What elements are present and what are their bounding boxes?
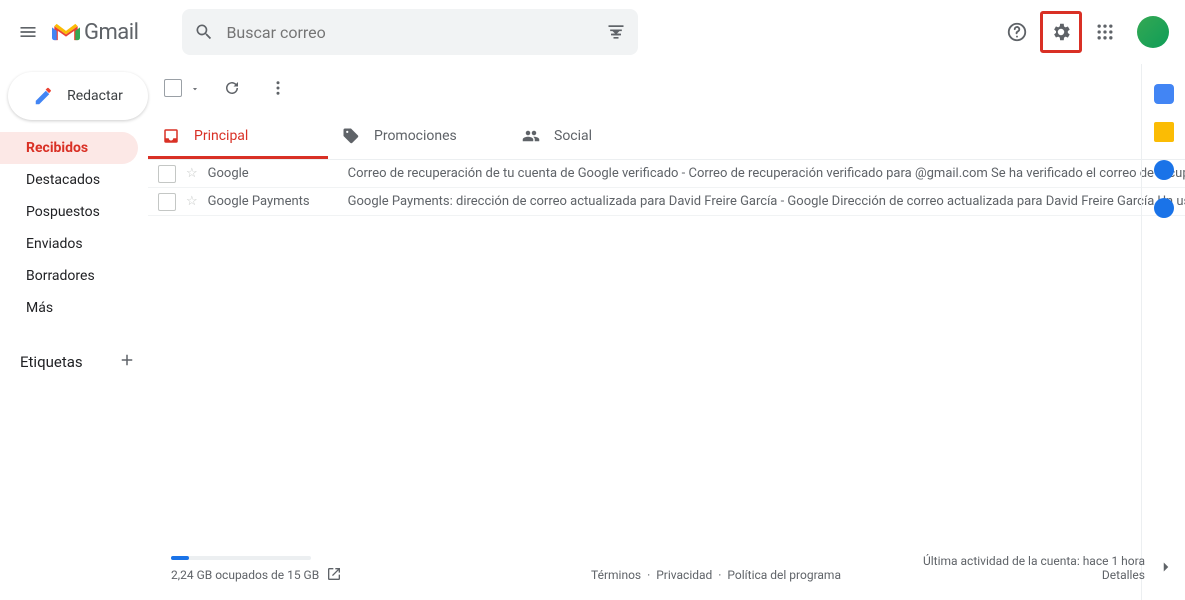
apps-grid-icon xyxy=(1095,22,1115,42)
message-checkbox[interactable] xyxy=(158,193,176,211)
tab-primary[interactable]: Principal xyxy=(148,112,328,159)
footer-links: Términos · Privacidad · Política del pro… xyxy=(591,568,841,582)
add-label-button[interactable] xyxy=(118,351,136,373)
select-dropdown[interactable] xyxy=(190,79,200,98)
gmail-logo-text: Gmail xyxy=(84,20,138,45)
help-icon xyxy=(1006,21,1028,43)
storage-quota-text: 2,24 GB ocupados de 15 GB xyxy=(171,568,319,582)
external-link-icon[interactable] xyxy=(326,566,342,582)
sidebar-item-drafts[interactable]: Borradores xyxy=(0,260,138,292)
tab-social[interactable]: Social xyxy=(508,112,688,159)
contacts-addon-button[interactable] xyxy=(1154,198,1174,218)
hide-side-panel-button[interactable] xyxy=(1157,558,1175,580)
message-subject: Google Payments: dirección de correo act… xyxy=(348,194,1185,209)
tag-icon xyxy=(342,127,360,145)
account-avatar[interactable] xyxy=(1137,16,1169,48)
sidebar-item-inbox[interactable]: Recibidos xyxy=(0,132,138,164)
labels-section-header: Etiquetas xyxy=(20,353,83,371)
gmail-logo[interactable]: Gmail xyxy=(48,20,142,45)
sidebar-item-more[interactable]: Más xyxy=(0,292,138,324)
pencil-icon xyxy=(33,85,55,107)
calendar-addon-button[interactable] xyxy=(1154,84,1174,104)
sidebar-item-snoozed[interactable]: Pospuestos xyxy=(0,196,138,228)
message-checkbox[interactable] xyxy=(158,165,176,183)
message-row[interactable]: ☆ Google Correo de recuperación de tu cu… xyxy=(148,160,1185,188)
tab-promotions[interactable]: Promociones xyxy=(328,112,508,159)
apps-button[interactable] xyxy=(1085,12,1125,52)
terms-link[interactable]: Términos xyxy=(591,568,641,582)
message-sender: Google xyxy=(208,166,338,181)
chevron-right-icon xyxy=(1157,558,1175,576)
caret-down-icon xyxy=(190,84,200,94)
star-toggle[interactable]: ☆ xyxy=(186,166,198,181)
right-side-panel xyxy=(1141,64,1185,600)
support-button[interactable] xyxy=(997,12,1037,52)
search-options-icon[interactable] xyxy=(606,22,626,42)
compose-button[interactable]: Redactar xyxy=(8,72,148,120)
storage-quota-bar xyxy=(171,556,311,560)
search-icon xyxy=(194,22,214,42)
search-input[interactable] xyxy=(226,23,594,42)
gmail-logo-icon xyxy=(52,21,80,43)
more-vertical-icon xyxy=(269,79,287,97)
refresh-button[interactable] xyxy=(212,68,252,108)
search-bar[interactable] xyxy=(182,9,638,55)
star-toggle[interactable]: ☆ xyxy=(186,194,198,209)
keep-addon-button[interactable] xyxy=(1154,122,1174,142)
sidebar-item-sent[interactable]: Enviados xyxy=(0,228,138,260)
compose-label: Redactar xyxy=(67,88,123,104)
sidebar-item-starred[interactable]: Destacados xyxy=(0,164,138,196)
select-all-checkbox[interactable] xyxy=(164,79,182,97)
people-icon xyxy=(522,127,540,145)
details-link[interactable]: Detalles xyxy=(1102,568,1145,582)
gear-icon xyxy=(1050,21,1072,43)
privacy-link[interactable]: Privacidad xyxy=(656,568,712,582)
refresh-icon xyxy=(223,79,241,97)
tasks-addon-button[interactable] xyxy=(1154,160,1174,180)
message-row[interactable]: ☆ Google Payments Google Payments: direc… xyxy=(148,188,1185,216)
more-actions-button[interactable] xyxy=(258,68,298,108)
message-subject: Correo de recuperación de tu cuenta de G… xyxy=(348,166,1185,181)
hamburger-icon xyxy=(18,22,38,42)
program-policy-link[interactable]: Política del programa xyxy=(727,568,841,582)
last-activity-text: Última actividad de la cuenta: hace 1 ho… xyxy=(923,554,1145,568)
message-sender: Google Payments xyxy=(208,194,338,209)
inbox-icon xyxy=(162,127,180,145)
main-menu-button[interactable] xyxy=(8,12,48,52)
settings-button[interactable] xyxy=(1041,12,1081,52)
plus-icon xyxy=(118,351,136,369)
